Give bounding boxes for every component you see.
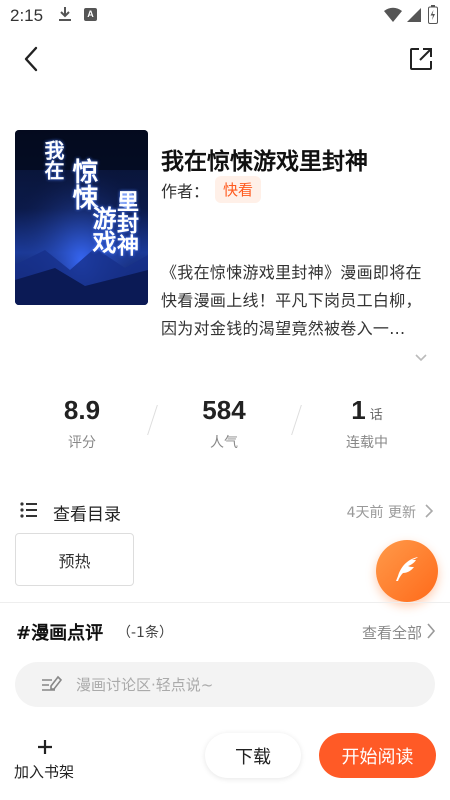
rating-value: 8.9 — [63, 395, 101, 425]
comment-placeholder: 漫画讨论区·轻点说~ — [76, 676, 214, 694]
add-to-shelf-label: 加入书架 — [14, 763, 75, 781]
comment-input[interactable]: 漫画讨论区·轻点说~ — [15, 662, 435, 707]
write-comment-fab[interactable] — [376, 540, 438, 602]
comic-title: 我在惊悚游戏里封神 — [161, 149, 368, 175]
section-divider — [0, 602, 450, 603]
toc-row[interactable]: 查看目录 4天前 更新 — [16, 497, 436, 527]
chevron-left-icon — [23, 46, 39, 76]
status-bar: 2:15 A — [0, 0, 450, 32]
popularity-stat: 584 人气 — [159, 395, 289, 452]
author-row: 作者： 快看 — [161, 176, 262, 203]
list-icon — [20, 502, 38, 522]
chevron-down-icon[interactable] — [414, 348, 428, 367]
stat-divider — [147, 405, 158, 435]
edit-lines-icon — [41, 675, 63, 697]
toc-update-text: 4天前 更新 — [346, 505, 416, 521]
popularity-value: 584 — [202, 395, 246, 425]
back-button[interactable] — [14, 44, 48, 78]
chapters-stat: 1话 连载中 — [302, 395, 432, 452]
stat-divider — [291, 405, 302, 435]
rating-label: 评分 — [68, 435, 96, 451]
chapters-unit: 话 — [369, 407, 383, 422]
start-reading-button[interactable]: 开始阅读 — [319, 733, 436, 778]
add-to-shelf-button[interactable]: 加入书架 — [14, 738, 84, 788]
cover-title-line: 惊悚 — [68, 158, 98, 210]
author-label: 作者： — [161, 181, 210, 201]
feather-pen-icon — [392, 554, 422, 588]
share-button[interactable] — [404, 44, 438, 78]
download-icon — [58, 6, 72, 26]
a-badge-icon: A — [84, 8, 97, 21]
wifi-icon — [384, 7, 402, 27]
chevron-right-icon — [424, 503, 434, 522]
comments-title: #漫画点评 — [16, 623, 104, 644]
comic-description[interactable]: 《我在惊悚游戏里封神》漫画即将在快看漫画上线！平凡下岗员工白柳，因为对金钱的渴望… — [161, 259, 433, 343]
author-name[interactable]: 快看 — [215, 176, 262, 203]
rating-stat: 8.9 评分 — [17, 395, 147, 452]
toc-label: 查看目录 — [53, 505, 121, 525]
external-share-icon — [409, 47, 433, 75]
chapter-button[interactable]: 预热 — [15, 533, 134, 586]
comic-cover[interactable]: 我在 惊悚 游戏 里封神 — [15, 130, 148, 305]
chapters-value: 1 — [351, 395, 366, 425]
comments-count: （-1条） — [117, 625, 173, 641]
cover-title-line: 我在 — [41, 140, 65, 180]
battery-icon — [428, 5, 438, 28]
cover-title-line: 里封神 — [113, 190, 138, 256]
chapters-label: 连载中 — [346, 435, 388, 451]
status-time: 2:15 — [10, 6, 44, 25]
view-all-link[interactable]: 查看全部 — [362, 622, 422, 643]
chevron-right-icon[interactable] — [426, 623, 436, 643]
plus-icon — [36, 738, 54, 760]
signal-icon — [406, 7, 422, 27]
download-button[interactable]: 下载 — [205, 733, 301, 778]
popularity-label: 人气 — [210, 435, 238, 451]
chapters-value-row: 1话 — [302, 395, 432, 426]
